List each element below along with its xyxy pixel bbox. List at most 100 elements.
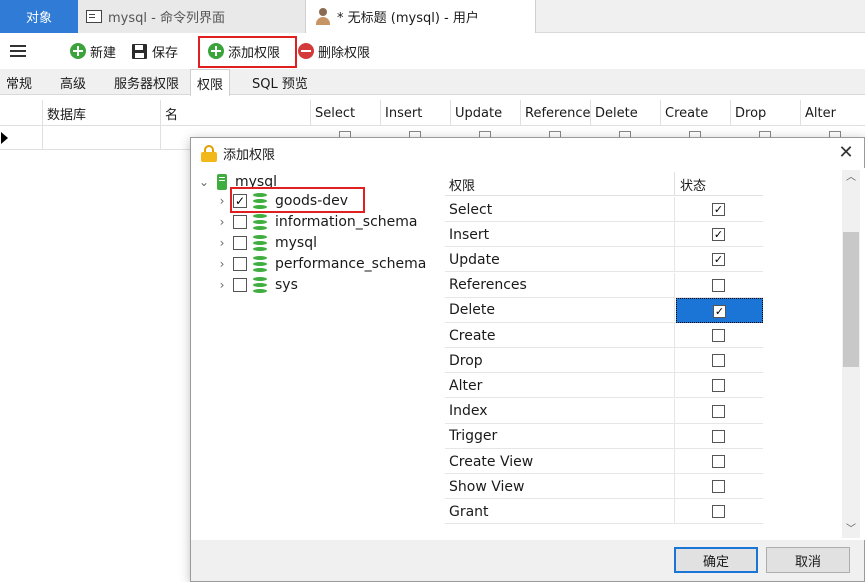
- tab-console[interactable]: mysql - 命令列界面: [78, 0, 306, 33]
- column-header[interactable]: Alter: [800, 100, 865, 126]
- privilege-checkbox[interactable]: ✓: [712, 253, 725, 267]
- privilege-row[interactable]: Create: [445, 323, 763, 348]
- column-header-state-label: 状态: [680, 178, 707, 194]
- database-checkbox[interactable]: [233, 236, 247, 250]
- subtab-sql-preview[interactable]: SQL 预览: [246, 69, 314, 95]
- column-header[interactable]: Select: [310, 100, 380, 126]
- privilege-checkbox[interactable]: [712, 404, 725, 418]
- new-button[interactable]: 新建: [70, 39, 116, 63]
- privilege-checkbox[interactable]: [712, 505, 725, 519]
- privilege-state-cell[interactable]: [676, 373, 763, 398]
- privilege-state-cell[interactable]: ✓: [676, 247, 763, 272]
- privilege-checkbox[interactable]: [712, 480, 725, 494]
- tab-console-label: mysql - 命令列界面: [108, 11, 225, 26]
- privilege-row[interactable]: References: [445, 272, 763, 298]
- column-header[interactable]: Drop: [730, 100, 800, 126]
- subtab-server-privileges[interactable]: 服务器权限: [108, 69, 185, 95]
- column-header[interactable]: Reference: [520, 100, 590, 126]
- delete-permission-button[interactable]: 删除权限: [298, 39, 370, 63]
- privilege-checkbox[interactable]: [712, 329, 725, 342]
- tree-node-database[interactable]: › performance_schema: [215, 254, 426, 274]
- privilege-row[interactable]: Create View: [445, 449, 763, 474]
- privilege-state-cell[interactable]: [676, 348, 763, 373]
- scrollbar-thumb[interactable]: [843, 232, 859, 367]
- chevron-down-icon[interactable]: ⌄: [197, 175, 211, 189]
- cancel-button[interactable]: 取消: [766, 547, 850, 573]
- tab-user[interactable]: * 无标题 (mysql) - 用户: [306, 0, 536, 33]
- chevron-right-icon[interactable]: ›: [215, 215, 229, 229]
- privilege-state-cell[interactable]: [676, 474, 763, 499]
- column-header[interactable]: Delete: [590, 100, 660, 126]
- privilege-row[interactable]: Select ✓: [445, 197, 763, 222]
- column-header-state[interactable]: 状态: [676, 172, 763, 196]
- menu-button[interactable]: [10, 39, 30, 63]
- tree-node-database[interactable]: › mysql: [215, 233, 317, 253]
- chevron-right-icon[interactable]: ›: [215, 257, 229, 271]
- column-header[interactable]: 数据库: [42, 100, 160, 126]
- privilege-checkbox[interactable]: [712, 455, 725, 468]
- database-cell[interactable]: [42, 126, 160, 150]
- scroll-up-icon[interactable]: ︿: [842, 170, 860, 186]
- privilege-row[interactable]: Show View: [445, 474, 763, 500]
- tree-node-database[interactable]: › information_schema: [215, 212, 418, 232]
- privilege-row[interactable]: Alter: [445, 373, 763, 399]
- column-header[interactable]: Insert: [380, 100, 450, 126]
- privilege-state-cell[interactable]: [676, 273, 763, 298]
- privilege-state-cell[interactable]: ✓: [676, 222, 763, 247]
- vertical-scrollbar[interactable]: ︿ ﹀: [842, 170, 860, 538]
- privilege-state-cell[interactable]: [676, 399, 763, 424]
- privilege-row[interactable]: Delete ✓: [445, 297, 763, 323]
- privilege-checkbox[interactable]: [712, 379, 725, 393]
- scroll-down-icon[interactable]: ﹀: [842, 522, 860, 538]
- privilege-checkbox[interactable]: ✓: [713, 304, 726, 318]
- privilege-row[interactable]: Index: [445, 398, 763, 424]
- privilege-row[interactable]: Update ✓: [445, 247, 763, 273]
- tree-node-database[interactable]: › ✓ goods-dev: [215, 191, 348, 211]
- close-icon[interactable]: ✕: [836, 143, 856, 163]
- save-button[interactable]: 保存: [132, 39, 178, 63]
- privilege-row[interactable]: Insert ✓: [445, 222, 763, 248]
- ok-button[interactable]: 确定: [674, 547, 758, 573]
- privilege-checkbox[interactable]: [712, 354, 725, 368]
- privilege-row[interactable]: Grant: [445, 499, 763, 525]
- add-permission-icon: [208, 43, 224, 59]
- tab-objects[interactable]: 对象: [0, 0, 78, 33]
- database-tree: ⌄ mysql › ✓ goods-dev › information_sche…: [191, 168, 445, 540]
- privilege-name: Update: [445, 247, 675, 273]
- chevron-right-icon[interactable]: ›: [215, 194, 229, 208]
- add-permission-button[interactable]: 添加权限: [208, 39, 280, 63]
- privilege-state-cell[interactable]: ✓: [676, 197, 763, 222]
- column-header[interactable]: Update: [450, 100, 520, 126]
- database-icon: [253, 193, 267, 209]
- database-checkbox[interactable]: [233, 215, 247, 229]
- column-header[interactable]: 名: [160, 100, 310, 126]
- subtab-privileges[interactable]: 权限: [190, 69, 231, 96]
- database-checkbox[interactable]: [233, 257, 247, 271]
- privilege-state-cell[interactable]: [676, 499, 763, 524]
- privilege-checkbox[interactable]: ✓: [712, 203, 725, 216]
- privilege-checkbox[interactable]: ✓: [712, 228, 725, 242]
- database-checkbox[interactable]: [233, 278, 247, 292]
- privilege-state-cell[interactable]: [676, 323, 763, 348]
- column-header[interactable]: Create: [660, 100, 730, 126]
- privilege-row[interactable]: Trigger: [445, 423, 763, 449]
- privilege-name: References: [445, 272, 675, 298]
- column-header-label: Update: [455, 105, 503, 121]
- chevron-right-icon[interactable]: ›: [215, 236, 229, 250]
- column-header-privilege[interactable]: 权限: [445, 172, 675, 196]
- privilege-checkbox[interactable]: [712, 429, 725, 443]
- database-checkbox[interactable]: ✓: [233, 194, 247, 208]
- privilege-checkbox[interactable]: [712, 278, 725, 292]
- subtab-advanced[interactable]: 高级: [54, 69, 92, 95]
- dialog-title: 添加权限: [223, 147, 276, 163]
- privilege-state-cell[interactable]: [676, 424, 763, 449]
- add-icon: [70, 43, 86, 59]
- subtab-general[interactable]: 常规: [0, 69, 38, 95]
- tree-node-database[interactable]: › sys: [215, 275, 298, 295]
- privilege-state-cell[interactable]: ✓: [676, 297, 763, 323]
- privilege-name: Grant: [445, 499, 675, 525]
- chevron-right-icon[interactable]: ›: [215, 278, 229, 292]
- privilege-row[interactable]: Drop: [445, 348, 763, 374]
- database-label: performance_schema: [275, 256, 427, 272]
- privilege-state-cell[interactable]: [676, 449, 763, 474]
